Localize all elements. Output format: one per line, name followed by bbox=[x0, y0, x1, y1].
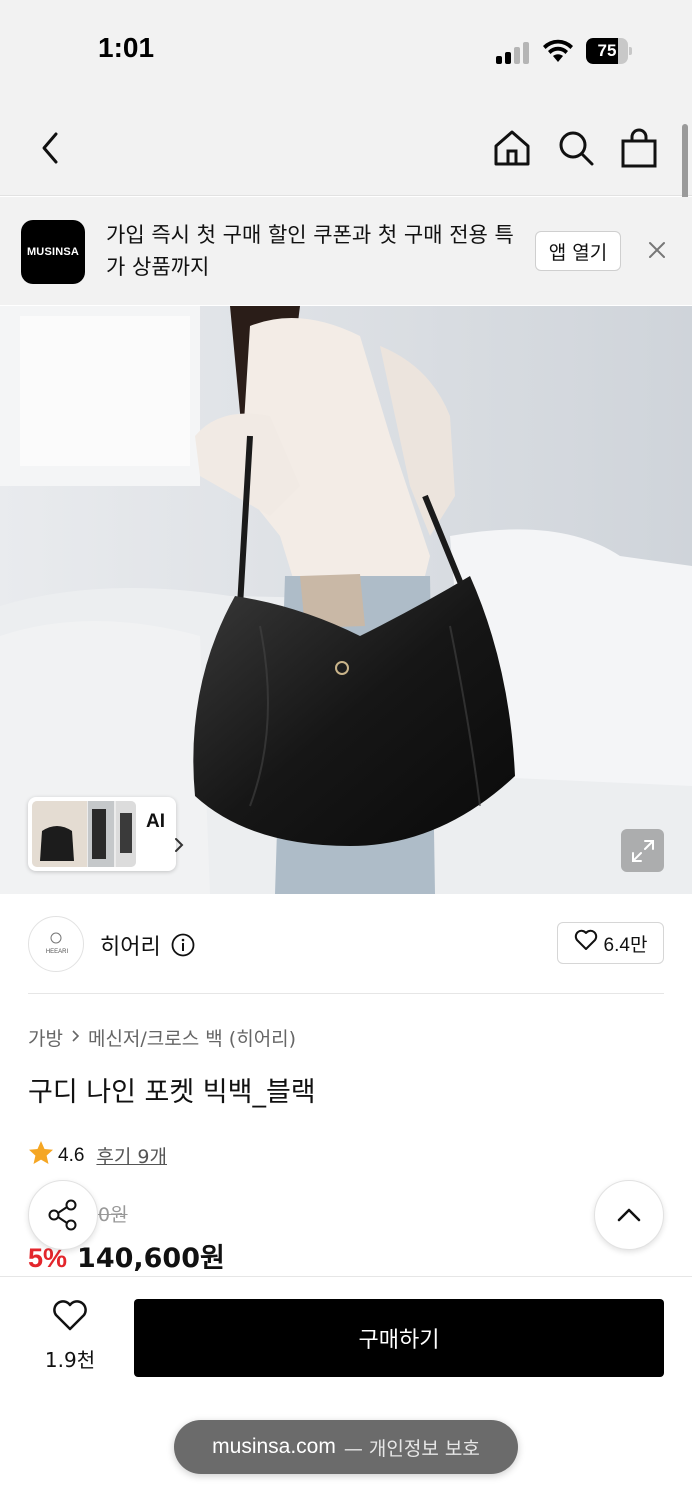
browser-url-pill[interactable]: musinsa.com — 개인정보 보호 bbox=[174, 1420, 518, 1474]
app-install-banner: MUSINSA 가입 즉시 첫 구매 할인 쿠폰과 첫 구매 전용 특가 상품까… bbox=[0, 197, 692, 305]
brand-like-count: 6.4만 bbox=[603, 934, 648, 956]
battery-icon: 75 bbox=[586, 38, 632, 64]
similar-item-thumbnail bbox=[32, 801, 136, 867]
rating-row: 4.6 후기 9개 bbox=[28, 1140, 167, 1171]
wifi-icon bbox=[542, 38, 574, 68]
brand-name[interactable]: 히어리 bbox=[100, 929, 161, 961]
signal-icon bbox=[496, 40, 532, 64]
review-link[interactable]: 후기 9개 bbox=[96, 1142, 167, 1169]
scroll-to-top-icon[interactable] bbox=[594, 1180, 664, 1250]
privacy-label: — 개인정보 보호 bbox=[343, 1437, 480, 1460]
expand-icon[interactable] bbox=[621, 829, 664, 872]
buy-button[interactable]: 구매하기 bbox=[134, 1299, 664, 1377]
brand-like-button[interactable]: 6.4만 bbox=[557, 922, 664, 964]
breadcrumb-subcategory[interactable]: 메신저/크로스 백 (히어리) bbox=[88, 1024, 296, 1051]
breadcrumb: 가방 메신저/크로스 백 (히어리) bbox=[28, 1024, 296, 1051]
rating-value: 4.6 bbox=[58, 1144, 85, 1166]
battery-percent: 75 bbox=[597, 41, 617, 60]
home-icon[interactable] bbox=[490, 126, 534, 170]
back-icon[interactable] bbox=[28, 126, 72, 170]
search-icon[interactable] bbox=[554, 126, 598, 170]
musinsa-logo: MUSINSA bbox=[21, 220, 85, 284]
wishlist-count: 1.9천 bbox=[44, 1348, 96, 1372]
ai-similar-items-card[interactable]: AI bbox=[28, 797, 184, 871]
brand-row: HEEARI 히어리 6.4만 bbox=[28, 914, 664, 994]
breadcrumb-category[interactable]: 가방 bbox=[28, 1024, 63, 1051]
brand-logo[interactable]: HEEARI bbox=[28, 916, 84, 972]
close-icon[interactable] bbox=[642, 235, 672, 265]
share-icon[interactable] bbox=[28, 1180, 98, 1250]
heart-icon bbox=[574, 929, 598, 957]
status-time: 1:01 bbox=[98, 32, 155, 63]
heart-icon bbox=[52, 1300, 88, 1336]
product-title: 구디 나인 포켓 빅백_블랙 bbox=[28, 1077, 316, 1108]
chevron-right-icon bbox=[71, 1028, 80, 1048]
wishlist-button[interactable]: 1.9천 bbox=[30, 1300, 110, 1376]
chevron-right-icon bbox=[174, 837, 184, 857]
open-app-button[interactable]: 앱 열기 bbox=[535, 231, 621, 271]
original-price: 0원 bbox=[98, 1204, 128, 1226]
status-bar: 1:01 75 bbox=[0, 0, 692, 100]
banner-message: 가입 즉시 첫 구매 할인 쿠폰과 첫 구매 전용 특가 상품까지 bbox=[106, 223, 514, 279]
nav-bar bbox=[0, 100, 692, 196]
url-domain: musinsa.com bbox=[212, 1435, 336, 1458]
ai-label: AI bbox=[146, 811, 165, 832]
sale-price: 140,600원 bbox=[77, 1243, 225, 1274]
shopping-bag-icon[interactable] bbox=[617, 126, 661, 170]
info-icon[interactable] bbox=[171, 933, 195, 961]
star-icon bbox=[28, 1140, 54, 1171]
